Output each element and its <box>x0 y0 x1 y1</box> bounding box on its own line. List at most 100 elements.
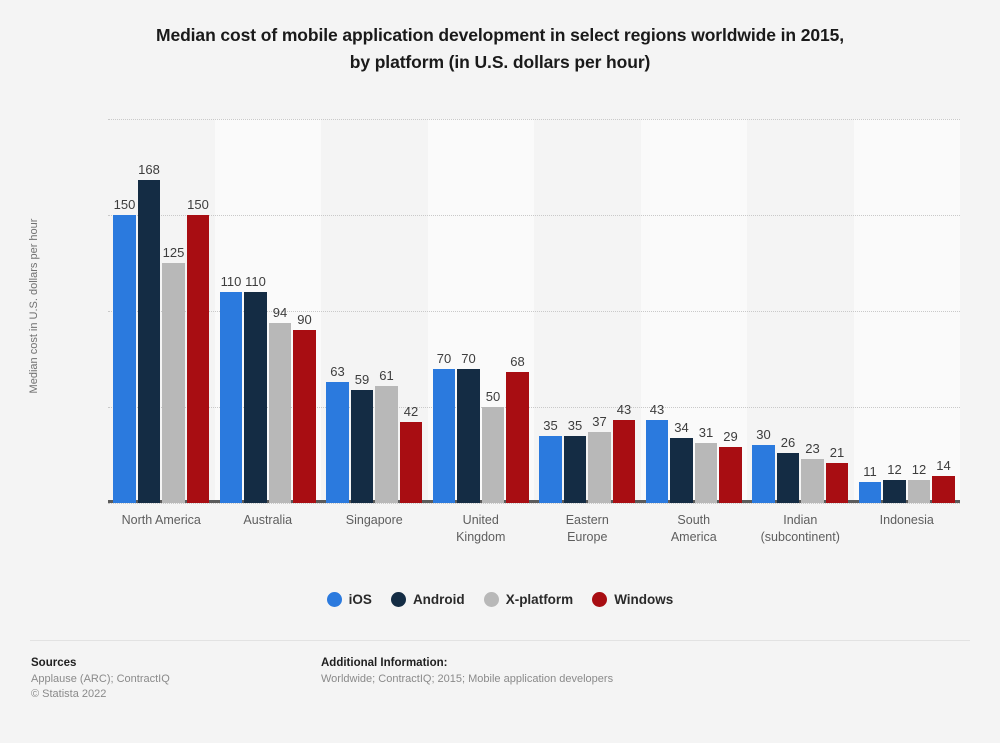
bar-wrapper: 110 <box>219 119 243 503</box>
bar-value-label: 21 <box>829 444 845 460</box>
x-axis-tick-label-line: South <box>677 513 711 527</box>
bar-group-bars: 110 110 94 90 <box>215 119 322 503</box>
bar[interactable] <box>481 407 505 503</box>
bar[interactable] <box>375 385 398 503</box>
bar-value-label: 70 <box>436 350 452 366</box>
bar[interactable] <box>612 420 636 503</box>
bar-value-label: 37 <box>592 413 607 429</box>
bar-group: 35 35 37 43 <box>534 119 641 503</box>
bar-group-bars: 63 59 61 42 <box>321 119 428 503</box>
bar-wrapper: 63 <box>326 119 349 503</box>
bar-wrapper: 43 <box>612 119 636 503</box>
bar[interactable] <box>932 476 955 503</box>
bar[interactable] <box>506 372 529 503</box>
bar-wrapper: 23 <box>801 119 824 503</box>
bar-value-label: 31 <box>698 425 714 441</box>
x-axis-tick-label-line: America <box>670 530 717 544</box>
legend-item-windows[interactable]: Windows <box>592 592 673 607</box>
bar[interactable] <box>694 443 718 503</box>
bar[interactable] <box>539 435 562 503</box>
legend-label: iOS <box>348 592 372 607</box>
x-axis-tick-label: North America <box>108 512 215 529</box>
bar[interactable] <box>645 420 669 503</box>
x-axis-tick-label: Australia <box>215 512 322 529</box>
bar[interactable] <box>563 435 587 503</box>
bar-value-label: 11 <box>863 463 877 479</box>
bar[interactable] <box>670 437 693 503</box>
bar[interactable] <box>350 389 374 503</box>
bar-wrapper: 35 <box>563 119 587 503</box>
bar[interactable] <box>186 215 210 503</box>
legend-item-x-platform[interactable]: X-platform <box>483 592 574 607</box>
bar-group: 11 12 12 14 <box>854 119 961 503</box>
bar-value-label: 110 <box>245 273 266 289</box>
bar[interactable] <box>432 368 456 503</box>
bar-value-label: 35 <box>543 417 558 433</box>
bar-value-label: 68 <box>510 354 525 370</box>
bar[interactable] <box>457 368 480 503</box>
bar[interactable] <box>801 458 824 503</box>
bar[interactable] <box>244 291 267 503</box>
additional-info-heading: Additional Information: <box>321 657 448 669</box>
bar-wrapper: 61 <box>375 119 398 503</box>
bar-wrapper: 21 <box>825 119 849 503</box>
bar-value-label: 61 <box>379 367 394 383</box>
bar-group-bars: 70 70 50 68 <box>428 119 535 503</box>
bar[interactable] <box>719 447 742 503</box>
bar[interactable] <box>752 445 775 503</box>
bar[interactable] <box>907 479 931 503</box>
bar[interactable] <box>399 422 423 503</box>
bar-value-label: 59 <box>354 371 370 387</box>
bar-value-label: 90 <box>297 312 312 328</box>
bar[interactable] <box>162 263 185 503</box>
bar[interactable] <box>825 462 849 503</box>
bar-wrapper: 68 <box>506 119 529 503</box>
bar-wrapper: 70 <box>432 119 456 503</box>
bar-wrapper: 50 <box>481 119 505 503</box>
bar-wrapper: 26 <box>776 119 800 503</box>
bar[interactable] <box>113 215 136 503</box>
bar[interactable] <box>326 382 349 503</box>
bar-wrapper: 168 <box>137 119 161 503</box>
legend-label: X-platform <box>505 592 574 607</box>
x-axis-tick-label-line: Indonesia <box>879 513 934 527</box>
bar-group: 63 59 61 42 <box>321 119 428 503</box>
bar[interactable] <box>137 180 161 503</box>
bar[interactable] <box>268 322 292 503</box>
bar-wrapper: 35 <box>539 119 562 503</box>
bar[interactable] <box>883 479 906 503</box>
bar-wrapper: 11 <box>858 119 882 503</box>
x-axis-tick-label-line: Eastern <box>565 513 609 527</box>
bar-value-label: 150 <box>113 197 136 212</box>
bar[interactable] <box>588 431 611 503</box>
bar-value-label: 23 <box>805 440 820 456</box>
bar-group-bars: 11 12 12 14 <box>854 119 961 503</box>
x-axis-tick-label-line: Singapore <box>345 513 403 527</box>
plot-area: 0501001502001501681251501101109490635961… <box>108 119 961 504</box>
legend-label: Windows <box>614 592 674 607</box>
bar-value-label: 150 <box>187 197 209 212</box>
bar[interactable] <box>858 481 882 503</box>
legend-swatch-icon <box>326 592 342 607</box>
bar-wrapper: 12 <box>883 119 906 503</box>
bar-value-label: 12 <box>887 461 902 477</box>
x-axis-tick-label: Indian (subcontinent) <box>747 512 854 546</box>
bar-wrapper: 34 <box>670 119 693 503</box>
bar-value-label: 30 <box>756 427 771 443</box>
x-axis-tick-label: United Kingdom <box>428 512 535 546</box>
bar-value-label: 14 <box>936 458 951 474</box>
bar-group: 110 110 94 90 <box>215 119 322 503</box>
x-axis-tick-label-line: United <box>462 513 499 527</box>
bar-group: 30 26 23 21 <box>747 119 854 503</box>
bar-wrapper: 42 <box>399 119 423 503</box>
bar[interactable] <box>293 330 316 503</box>
legend-item-ios[interactable]: iOS <box>326 592 372 607</box>
bar-value-label: 168 <box>138 162 160 178</box>
bar-value-label: 94 <box>272 304 288 320</box>
bar[interactable] <box>776 453 800 503</box>
bar-wrapper: 31 <box>694 119 718 503</box>
bar-value-label: 12 <box>911 461 927 477</box>
bar[interactable] <box>219 291 243 503</box>
sources-block: Sources Applause (ARC); ContractIQ © Sta… <box>31 655 170 702</box>
legend-item-android[interactable]: Android <box>390 592 465 607</box>
